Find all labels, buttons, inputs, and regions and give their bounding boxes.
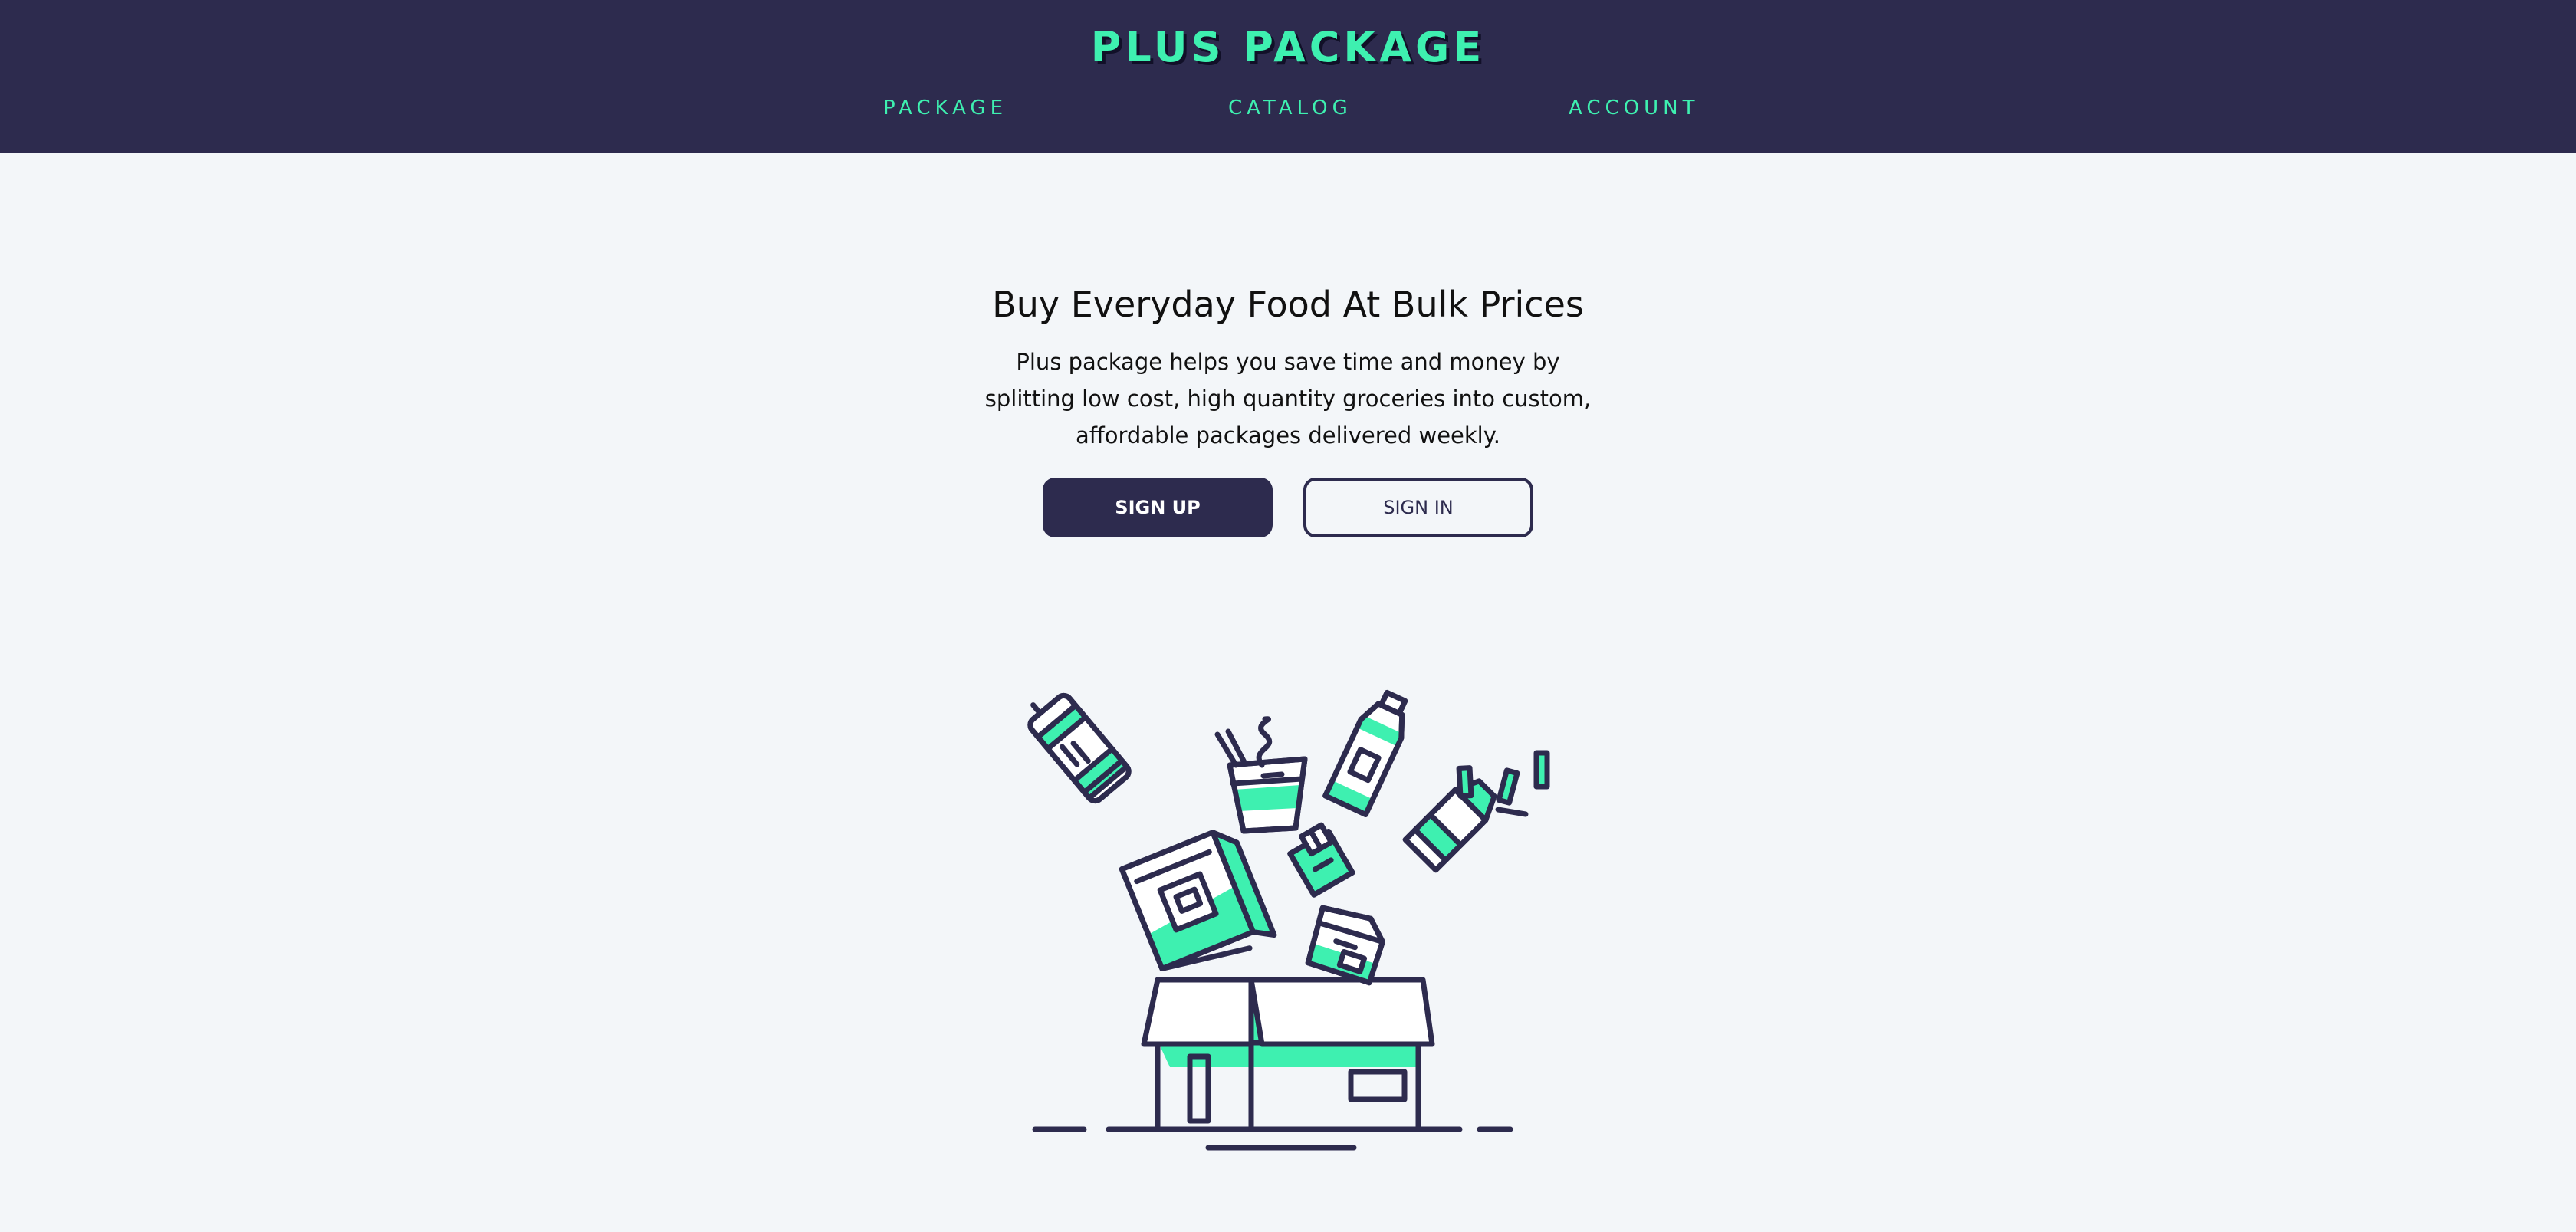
hero-description: Plus package helps you save time and mon… xyxy=(984,349,1592,448)
hero-title: Buy Everyday Food At Bulk Prices xyxy=(992,284,1584,325)
site-header: PLUS PACKAGE PACKAGE CATALOG ACCOUNT xyxy=(0,0,2576,153)
ground-lines-icon xyxy=(1032,1126,1513,1151)
small-box-icon xyxy=(1305,905,1385,986)
nav-item-catalog[interactable]: CATALOG xyxy=(1228,97,1352,120)
brand-logo[interactable]: PLUS PACKAGE xyxy=(0,23,2576,71)
nav-item-account[interactable]: ACCOUNT xyxy=(1569,97,1699,120)
nav-item-package[interactable]: PACKAGE xyxy=(883,97,1007,120)
grocery-illustration xyxy=(1027,689,1550,1151)
grocery-box-icon xyxy=(1141,977,1435,1132)
sign-in-button[interactable]: SIGN IN xyxy=(1303,478,1533,537)
milk-carton-icon xyxy=(1402,778,1497,873)
bottle-icon xyxy=(1322,689,1408,817)
cereal-box-icon xyxy=(1119,830,1277,971)
sign-up-button[interactable]: SIGN UP xyxy=(1043,478,1273,537)
juice-box-icon xyxy=(1287,822,1355,898)
noodle-cup-icon xyxy=(1214,716,1308,834)
soda-can-icon xyxy=(1027,692,1132,804)
